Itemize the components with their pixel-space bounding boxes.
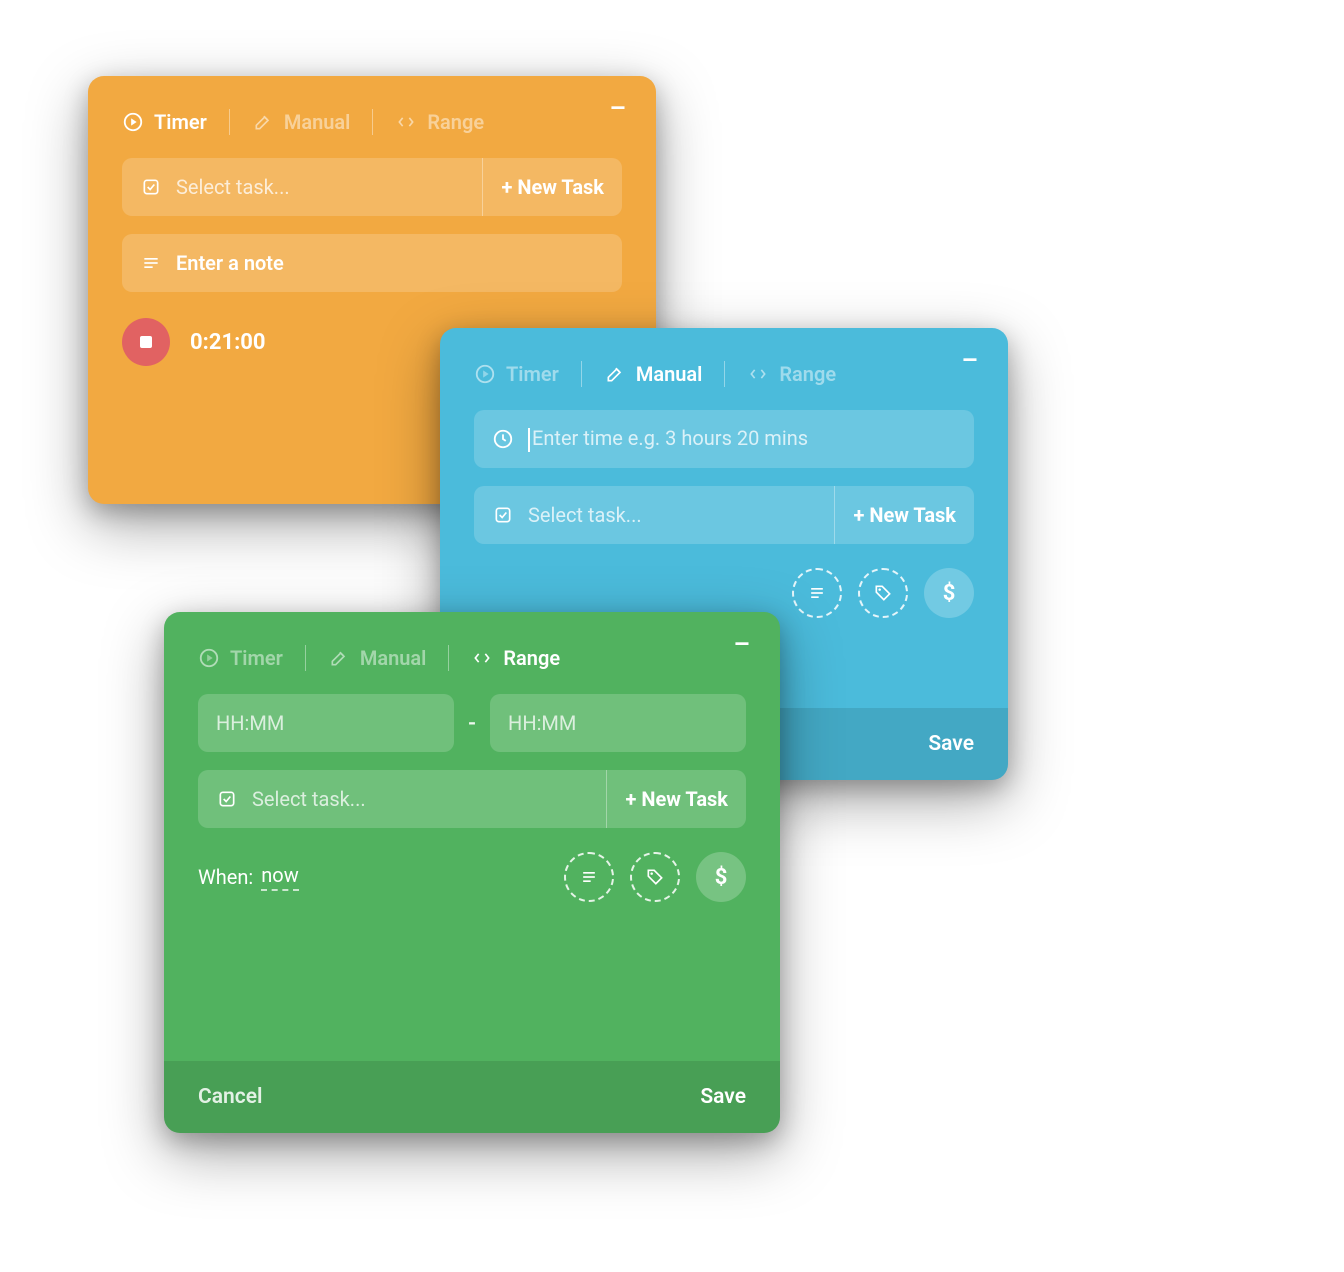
tab-range[interactable]: Range	[395, 104, 484, 140]
when-section: When: now	[198, 863, 299, 891]
play-circle-icon	[198, 647, 220, 669]
tabs: Timer Manual Range –	[122, 104, 622, 140]
stop-button[interactable]	[122, 318, 170, 366]
tabs: Timer Manual Range –	[198, 640, 746, 676]
text-caret	[528, 428, 530, 452]
range-arrows-icon	[471, 647, 493, 669]
dollar-icon: $	[715, 865, 728, 890]
select-task-field[interactable]: Select task... + New Task	[198, 770, 746, 828]
tab-divider	[305, 645, 306, 671]
tab-divider	[372, 109, 373, 135]
note-button[interactable]	[564, 852, 614, 902]
note-button[interactable]	[792, 568, 842, 618]
minimize-button[interactable]: –	[961, 346, 978, 376]
play-circle-icon	[474, 363, 496, 385]
select-task-field[interactable]: Select task... + New Task	[474, 486, 974, 544]
when-value-link[interactable]: now	[261, 863, 298, 891]
tag-icon	[873, 583, 893, 603]
tab-range[interactable]: Range	[471, 640, 560, 676]
save-button[interactable]: Save	[700, 1085, 746, 1109]
tab-timer[interactable]: Timer	[198, 640, 283, 676]
tab-label: Range	[427, 110, 484, 134]
note-field[interactable]: Enter a note	[122, 234, 622, 292]
dollar-icon: $	[943, 581, 956, 606]
note-placeholder: Enter a note	[176, 251, 604, 275]
save-button[interactable]: Save	[928, 732, 974, 756]
task-check-icon	[492, 504, 514, 526]
tabs: Timer Manual Range –	[474, 356, 974, 392]
card-body: Timer Manual Range – HH:MM -	[164, 612, 780, 1061]
tab-label: Manual	[284, 110, 351, 134]
tab-manual[interactable]: Manual	[604, 356, 703, 392]
range-row: HH:MM - HH:MM	[198, 694, 746, 752]
task-check-icon	[140, 176, 162, 198]
when-label: When:	[198, 865, 253, 889]
timer-value: 0:21:00	[190, 330, 266, 355]
tab-manual[interactable]: Manual	[328, 640, 427, 676]
time-placeholder: Enter time e.g. 3 hours 20 mins	[528, 426, 956, 452]
edit-icon	[328, 647, 350, 669]
tab-label: Timer	[506, 362, 559, 386]
new-task-button[interactable]: + New Task	[606, 770, 728, 828]
select-task-placeholder: Select task...	[252, 787, 592, 811]
tag-button[interactable]	[858, 568, 908, 618]
billable-button[interactable]: $	[924, 568, 974, 618]
new-task-button[interactable]: + New Task	[482, 158, 604, 216]
tag-icon	[645, 867, 665, 887]
select-task-placeholder: Select task...	[176, 175, 468, 199]
note-lines-icon	[807, 583, 827, 603]
tab-timer[interactable]: Timer	[122, 104, 207, 140]
select-task-field[interactable]: Select task... + New Task	[122, 158, 622, 216]
tab-label: Timer	[230, 646, 283, 670]
range-arrows-icon	[747, 363, 769, 385]
action-row: When: now $	[198, 846, 746, 902]
tab-divider	[724, 361, 725, 387]
card-footer: Cancel Save	[164, 1061, 780, 1133]
tab-label: Manual	[360, 646, 427, 670]
range-arrows-icon	[395, 111, 417, 133]
tab-label: Range	[779, 362, 836, 386]
tab-divider	[448, 645, 449, 671]
tab-manual[interactable]: Manual	[252, 104, 351, 140]
task-check-icon	[216, 788, 238, 810]
stop-icon	[140, 336, 152, 348]
tab-divider	[229, 109, 230, 135]
new-task-button[interactable]: + New Task	[834, 486, 956, 544]
time-to-placeholder: HH:MM	[508, 711, 728, 735]
tab-range[interactable]: Range	[747, 356, 836, 392]
range-card: Timer Manual Range – HH:MM -	[164, 612, 780, 1133]
time-input-field[interactable]: Enter time e.g. 3 hours 20 mins	[474, 410, 974, 468]
select-task-placeholder: Select task...	[528, 503, 820, 527]
clock-icon	[492, 428, 514, 450]
billable-button[interactable]: $	[696, 852, 746, 902]
note-lines-icon	[579, 867, 599, 887]
cancel-button[interactable]: Cancel	[198, 1085, 262, 1109]
time-to-field[interactable]: HH:MM	[490, 694, 746, 752]
edit-icon	[252, 111, 274, 133]
tab-divider	[581, 361, 582, 387]
action-row: $	[474, 562, 974, 618]
note-lines-icon	[140, 252, 162, 274]
tab-label: Manual	[636, 362, 703, 386]
minimize-button[interactable]: –	[609, 94, 626, 124]
tag-button[interactable]	[630, 852, 680, 902]
time-from-placeholder: HH:MM	[216, 711, 436, 735]
edit-icon	[604, 363, 626, 385]
range-dash: -	[468, 711, 476, 736]
minimize-button[interactable]: –	[733, 630, 750, 660]
time-from-field[interactable]: HH:MM	[198, 694, 454, 752]
tab-label: Range	[503, 646, 560, 670]
tab-label: Timer	[154, 110, 207, 134]
tab-timer[interactable]: Timer	[474, 356, 559, 392]
play-circle-icon	[122, 111, 144, 133]
